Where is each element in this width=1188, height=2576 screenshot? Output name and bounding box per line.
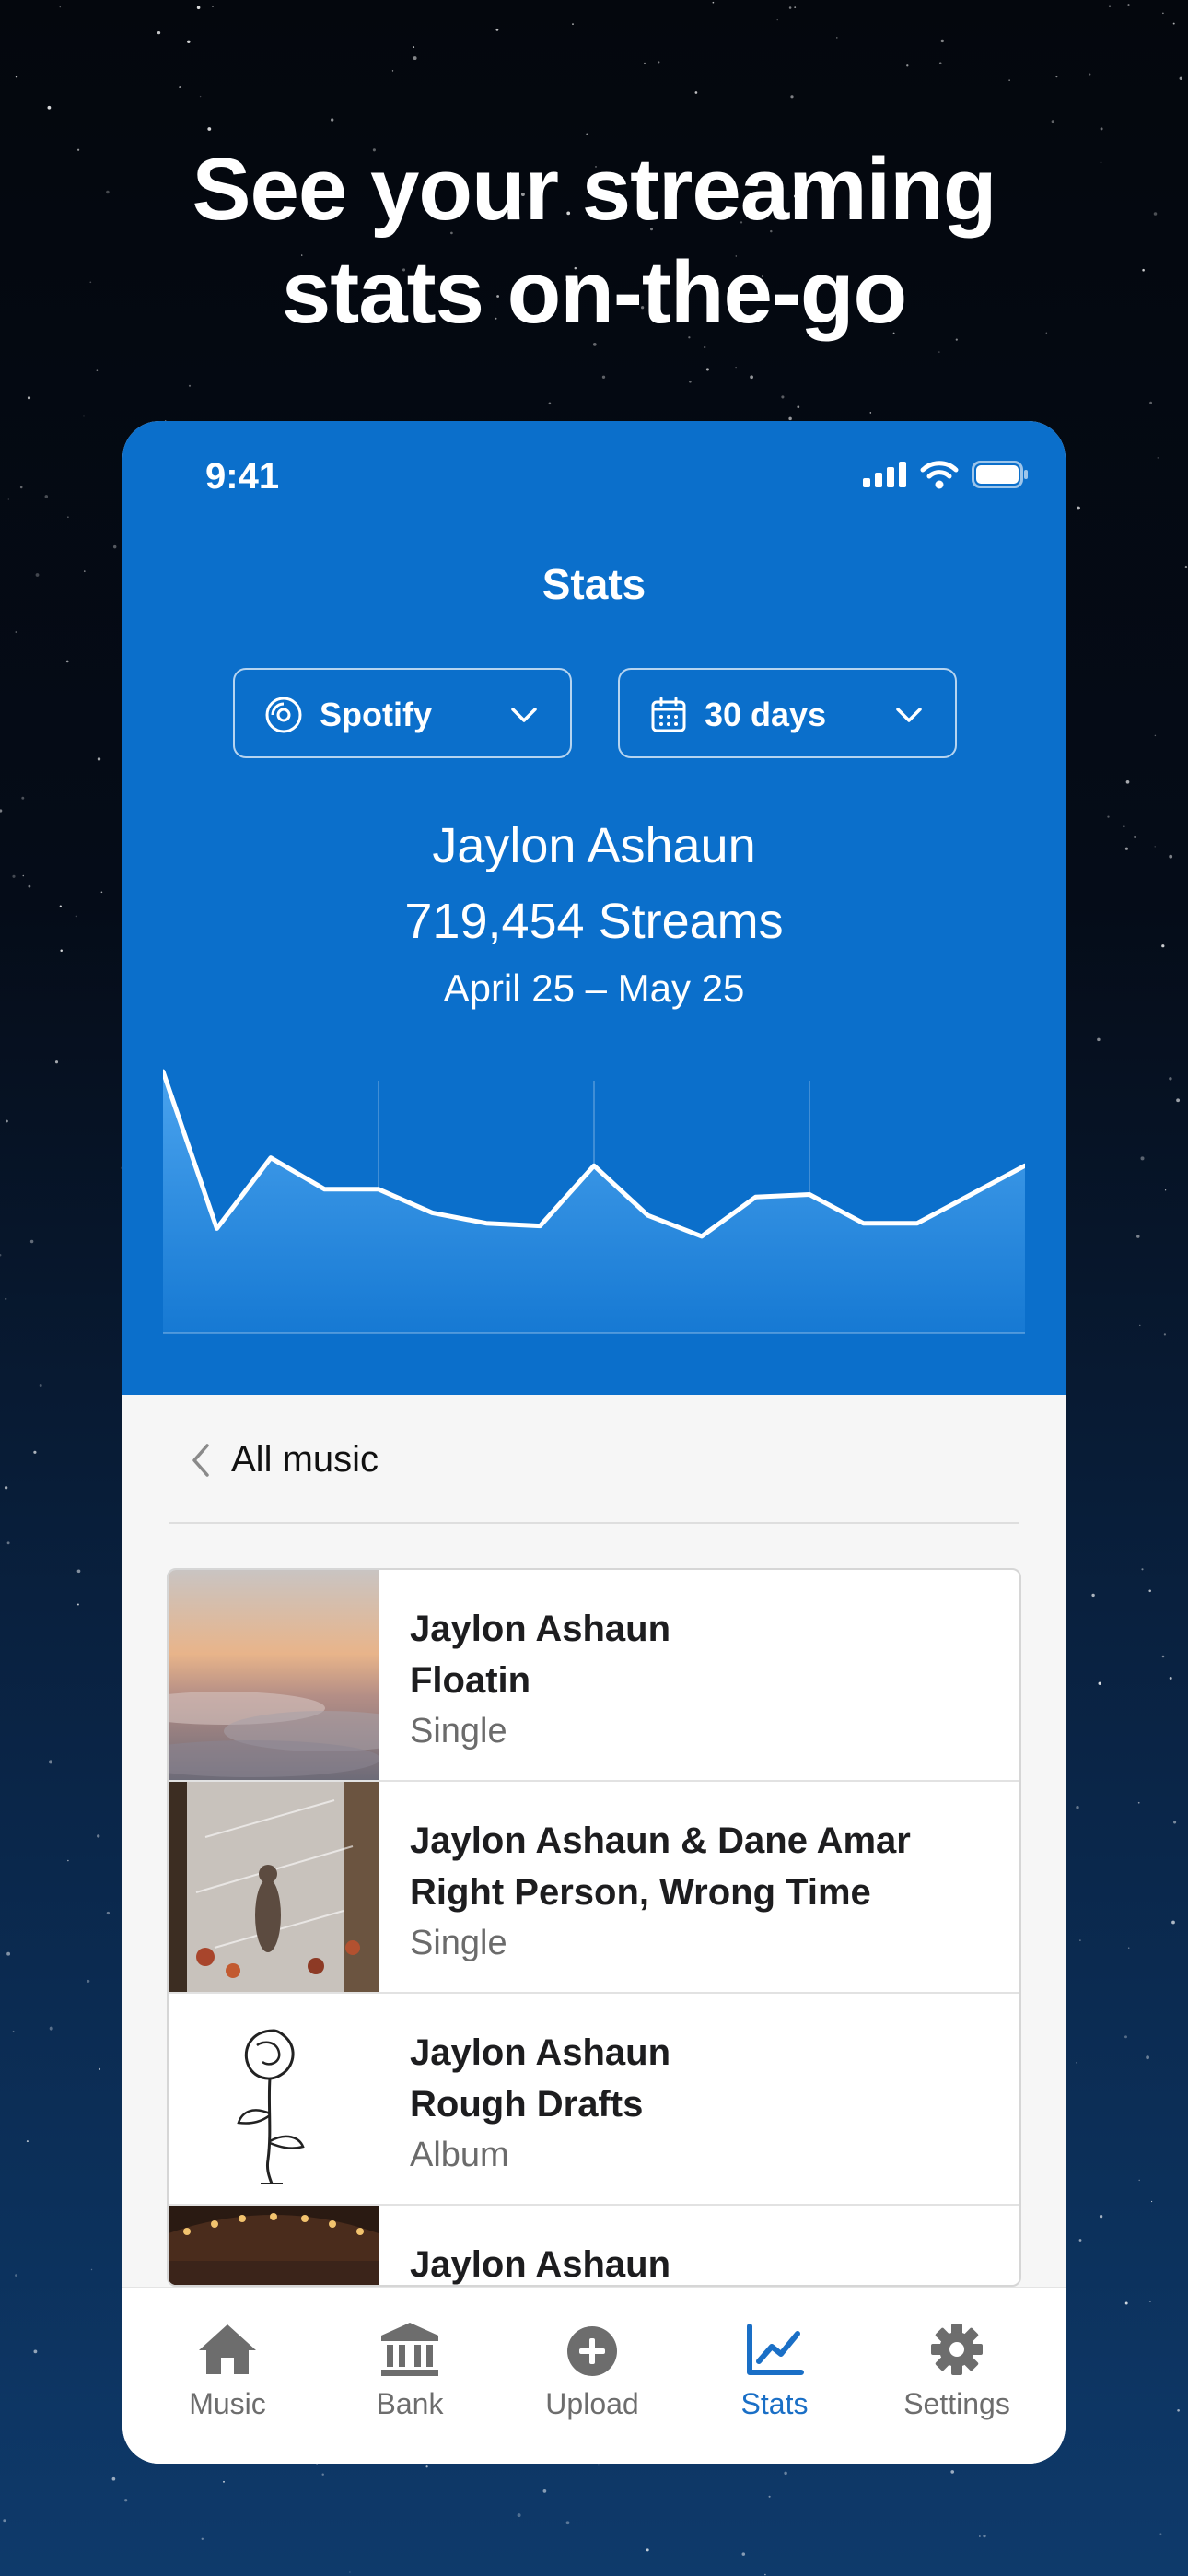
release-artist: Jaylon Ashaun [410, 1609, 671, 1649]
sunset-clouds-artwork [169, 1570, 379, 1780]
status-icons [863, 460, 1029, 489]
tab-settings[interactable]: Settings [867, 2321, 1047, 2421]
tab-bar: Music Bank Upload Stats Settings [122, 2287, 1066, 2464]
tab-stats[interactable]: Stats [684, 2321, 865, 2421]
release-type: Single [410, 1712, 507, 1751]
list-item[interactable]: Jaylon Ashaun [169, 2206, 1019, 2285]
wifi-icon [920, 461, 959, 489]
tab-label: Upload [545, 2387, 639, 2420]
list-item[interactable]: Jaylon Ashaun Floatin Single [169, 1570, 1019, 1782]
tab-upload[interactable]: Upload [502, 2321, 682, 2421]
headline-line-1: See your streaming [192, 140, 997, 239]
tab-music[interactable]: Music [137, 2321, 318, 2421]
headline-line-2: stats on-the-go [281, 243, 907, 342]
date-range-text: April 25 – May 25 [443, 966, 745, 1010]
stream-count: 719,454 Streams [404, 894, 784, 949]
tab-label: Bank [376, 2387, 444, 2420]
back-to-all-music[interactable]: All music [169, 1395, 1019, 1524]
phone-screen: 9:41 Stats Spotify 30 days Jaylon Ashaun… [122, 421, 1066, 2464]
screen-title: Stats [542, 560, 646, 608]
reflection-artwork [169, 1782, 379, 1992]
gear-icon [931, 2324, 983, 2375]
release-info: Jaylon Ashaun Floatin Single [410, 1603, 670, 1756]
list-item[interactable]: Jaylon Ashaun Rough Drafts Album [169, 1994, 1019, 2206]
list-item[interactable]: Jaylon Ashaun & Dane Amar Right Person, … [169, 1782, 1019, 1994]
tab-label: Music [189, 2387, 266, 2420]
signal-icon [863, 462, 906, 487]
bank-icon [381, 2323, 438, 2376]
release-info: Jaylon Ashaun [410, 2239, 671, 2285]
tab-bank[interactable]: Bank [320, 2321, 500, 2421]
platform-dropdown-label: Spotify [320, 696, 432, 733]
battery-icon [972, 461, 1028, 488]
release-artist: Jaylon Ashaun [410, 2032, 671, 2073]
release-title: Rough Drafts [410, 2084, 644, 2125]
home-icon [199, 2324, 256, 2374]
streams-area-chart [163, 1069, 1025, 1334]
release-info: Jaylon Ashaun & Dane Amar Right Person, … [410, 1815, 911, 1968]
release-title: Right Person, Wrong Time [410, 1872, 871, 1913]
status-time: 9:41 [205, 456, 280, 497]
promo-headline: See your streaming stats on-the-go [0, 138, 1188, 345]
release-list: Jaylon Ashaun Floatin Single Jaylon Asha… [167, 1568, 1021, 2287]
carousel-artwork [169, 2206, 379, 2285]
date-range-dropdown-label: 30 days [705, 696, 827, 733]
tab-label: Settings [903, 2387, 1010, 2420]
date-range-dropdown[interactable]: 30 days [618, 668, 957, 758]
stats-header: 9:41 Stats Spotify 30 days Jaylon Ashaun… [122, 421, 1066, 1395]
disc-icon [265, 697, 302, 733]
release-artist: Jaylon Ashaun & Dane Amar [410, 1821, 911, 1861]
calendar-icon [651, 697, 686, 732]
chevron-down-icon [511, 708, 537, 722]
chart-icon [747, 2324, 804, 2375]
release-artist: Jaylon Ashaun [410, 2244, 671, 2285]
artist-name: Jaylon Ashaun [432, 818, 756, 873]
release-title: Floatin [410, 1660, 531, 1701]
chevron-left-icon [192, 1444, 209, 1477]
back-label: All music [231, 1439, 379, 1480]
platform-dropdown[interactable]: Spotify [233, 668, 572, 758]
plus-circle-icon [567, 2326, 617, 2376]
release-type: Album [410, 2136, 509, 2174]
release-info: Jaylon Ashaun Rough Drafts Album [410, 2027, 670, 2180]
tab-label: Stats [740, 2387, 809, 2420]
chevron-down-icon [896, 708, 922, 722]
rose-sketch-artwork [169, 1994, 379, 2204]
release-type: Single [410, 1924, 507, 1962]
